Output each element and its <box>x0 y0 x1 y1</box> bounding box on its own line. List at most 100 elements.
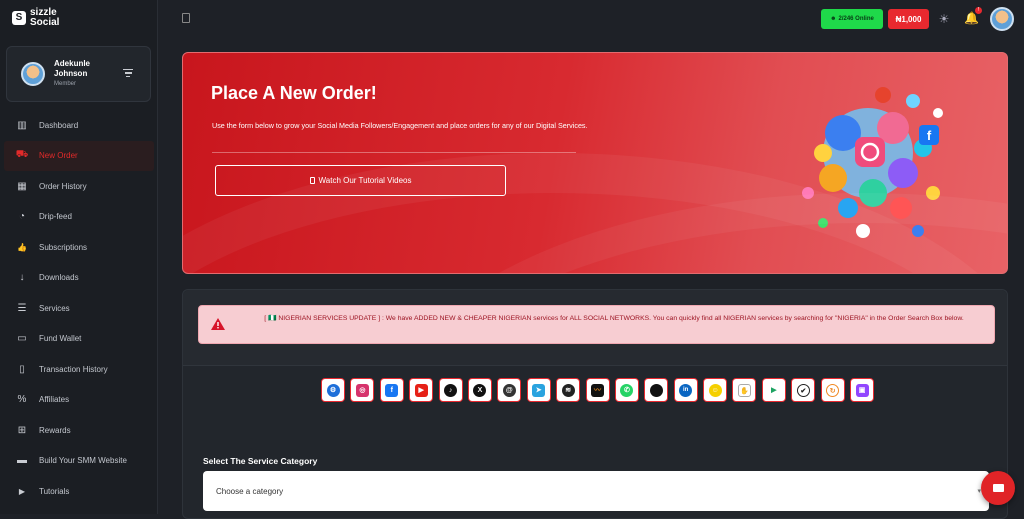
platform-spotify-button[interactable]: ≋ <box>556 378 581 402</box>
theme-toggle-sun-icon[interactable]: ☀ <box>937 12 951 26</box>
hero-banner: Place A New Order! Use the form below to… <box>182 52 1008 274</box>
cart-icon: ⛟ <box>15 149 29 161</box>
wallet-balance-badge[interactable]: ₦1,000 <box>888 9 929 29</box>
profile-avatar[interactable] <box>990 7 1014 31</box>
alert-message: [ 🇳🇬 NIGERIAN SERVICES UPDATE ] : We hav… <box>264 315 964 322</box>
youtube-icon: ▶ <box>414 383 428 397</box>
platform-threads-button[interactable]: @ <box>497 378 522 402</box>
gift-icon: ⊞ <box>17 424 27 436</box>
sidebar-item-subscriptions[interactable]: 👍 Subscriptions <box>0 232 158 263</box>
platform-linkedin-button[interactable]: in <box>673 378 698 402</box>
file-icon: ▯ <box>19 363 25 375</box>
online-users-badge[interactable]: ☻ 2/246 Online <box>821 9 883 29</box>
sidebar: S sizzle Social Adekunle Johnson Member … <box>0 0 158 514</box>
sidebar-item-new-order[interactable]: ⛟ New Order <box>4 140 154 171</box>
sidebar-item-label: Transaction History <box>39 364 108 374</box>
watch-tutorial-button[interactable]: Watch Our Tutorial Videos <box>215 165 506 196</box>
telegram-icon: ➤ <box>532 383 546 397</box>
user-name: Adekunle Johnson <box>54 59 91 78</box>
platform-google-play-button[interactable]: ▶ <box>761 378 786 402</box>
sidebar-nav: ▥ Dashboard ⛟ New Order ▦ Order History ◔ Dr… <box>0 110 158 507</box>
boomplay-icon: ↻ <box>826 383 840 397</box>
logo[interactable]: S sizzle Social <box>12 8 64 28</box>
notification-badge: ! <box>975 7 982 14</box>
spotify-icon: ≋ <box>561 383 575 397</box>
wallet-icon: ▭ <box>17 333 27 345</box>
platform-facebook-button[interactable]: f <box>379 378 404 402</box>
google-play-icon: ▶ <box>767 383 781 397</box>
apple-icon <box>649 383 663 397</box>
hero-title: Place A New Order! <box>211 83 377 103</box>
sidebar-item-affiliates[interactable]: % Affiliates <box>0 385 158 416</box>
platform-verified-button[interactable]: ✔ <box>791 378 816 402</box>
verified-badge-icon: ✔ <box>796 383 810 397</box>
platform-whatsapp-button[interactable]: ✆ <box>614 378 639 402</box>
sidebar-item-tutorials[interactable]: ▶ Tutorials <box>0 476 158 507</box>
logo-text: sizzle Social <box>30 7 60 28</box>
sidebar-item-drip-feed[interactable]: ◔ Drip-feed <box>0 202 158 233</box>
service-category-select[interactable]: Choose a category ▾ <box>203 471 989 511</box>
platform-twitch-button[interactable]: ▣ <box>850 378 875 402</box>
nigerian-services-alert: [ 🇳🇬 NIGERIAN SERVICES UPDATE ] : We hav… <box>198 305 995 344</box>
x-twitter-icon: X <box>473 383 487 397</box>
whatsapp-icon: ✆ <box>620 383 634 397</box>
clock-icon: ◔ <box>18 211 26 223</box>
play-icon: ▶ <box>18 486 26 496</box>
sidebar-item-rewards[interactable]: ⊞ Rewards <box>0 415 158 446</box>
sidebar-item-label: Subscriptions <box>39 242 88 252</box>
platform-all-button[interactable]: ⚙ <box>321 378 345 402</box>
watch-tutorial-label: Watch Our Tutorial Videos <box>318 176 412 185</box>
sidebar-item-label: New Order <box>39 151 78 161</box>
alert-container: [ 🇳🇬 NIGERIAN SERVICES UPDATE ] : We hav… <box>183 290 1007 366</box>
twitch-icon: ▣ <box>855 383 869 397</box>
calendar-icon: ▦ <box>17 180 27 192</box>
clubhouse-icon: ✋ <box>737 383 751 397</box>
platform-snapchat-button[interactable]: ☺ <box>703 378 728 402</box>
order-panel: [ 🇳🇬 NIGERIAN SERVICES UPDATE ] : We hav… <box>182 289 1008 519</box>
percent-icon: % <box>17 394 27 406</box>
hero-divider <box>212 152 576 153</box>
sidebar-item-order-history[interactable]: ▦ Order History <box>0 171 158 202</box>
avatar[interactable] <box>21 62 45 86</box>
platform-apple-button[interactable] <box>644 378 669 402</box>
tiktok-icon: ♪ <box>444 383 458 397</box>
platform-instagram-button[interactable]: ◎ <box>350 378 375 402</box>
sidebar-item-label: Affiliates <box>39 395 70 405</box>
sidebar-item-label: Build Your SMM Website <box>39 456 127 466</box>
video-icon <box>309 177 315 184</box>
platform-boomplay-button[interactable]: ↻ <box>820 378 845 402</box>
platform-audiomack-button[interactable]: 〰 <box>585 378 610 402</box>
platform-telegram-button[interactable]: ➤ <box>526 378 551 402</box>
platform-youtube-button[interactable]: ▶ <box>409 378 434 402</box>
sidebar-item-label: Downloads <box>39 273 79 283</box>
sidebar-item-fund-wallet[interactable]: ▭ Fund Wallet <box>0 324 158 355</box>
users-icon: ☻ <box>830 16 837 22</box>
linkedin-icon: in <box>679 383 693 397</box>
all-platforms-icon: ⚙ <box>326 383 340 397</box>
laptop-icon: ▬ <box>17 455 27 467</box>
platform-x-button[interactable]: X <box>467 378 492 402</box>
chart-icon: ▥ <box>17 119 27 131</box>
sidebar-item-downloads[interactable]: ↓ Downloads <box>0 263 158 294</box>
service-category-label: Select The Service Category <box>203 456 318 466</box>
platform-tiktok-button[interactable]: ♪ <box>438 378 463 402</box>
warning-icon <box>211 318 225 330</box>
sidebar-item-label: Fund Wallet <box>39 334 82 344</box>
sidebar-item-dashboard[interactable]: ▥ Dashboard <box>0 110 158 141</box>
topbar: ☻ 2/246 Online ₦1,000 ☀ 🔔 ! <box>159 0 1024 38</box>
sidebar-item-build-website[interactable]: ▬ Build Your SMM Website <box>0 446 158 477</box>
social-media-illustration: f <box>802 87 943 238</box>
message-fab-button[interactable] <box>981 471 1015 505</box>
sidebar-item-transaction-history[interactable]: ▯ Transaction History <box>0 354 158 385</box>
hero-description: Use the form below to grow your Social M… <box>212 121 588 130</box>
menu-toggle-icon[interactable] <box>182 13 190 23</box>
platform-clubhouse-button[interactable]: ✋ <box>732 378 757 402</box>
snapchat-icon: ☺ <box>708 383 722 397</box>
threads-icon: @ <box>502 383 516 397</box>
filter-icon[interactable] <box>123 69 133 78</box>
thumbs-up-icon: 👍 <box>17 242 27 252</box>
online-count: 2/246 Online <box>838 16 874 22</box>
sidebar-item-label: Order History <box>39 181 87 191</box>
sidebar-item-services[interactable]: ☰ Services <box>0 293 158 324</box>
platform-filter-bar: ⚙ ◎ f ▶ ♪ X @ ➤ ≋ 〰 ✆ in ☺ ✋ ▶ ✔ ↻ ▣ <box>321 378 875 402</box>
